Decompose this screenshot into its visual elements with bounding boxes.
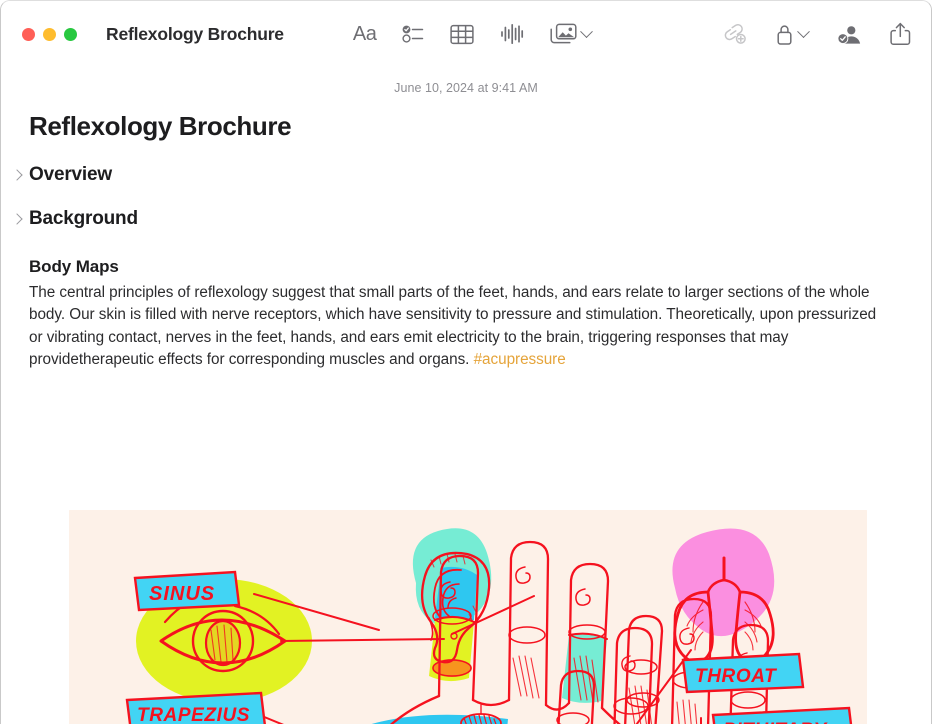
format-text-button[interactable]: Aa (351, 22, 378, 46)
share-button[interactable] (888, 20, 913, 48)
table-icon (450, 24, 474, 45)
body-map-illustration[interactable]: SINUS TRAPEZIUS THROAT (69, 510, 867, 724)
note-title: Reflexology Brochure (29, 111, 292, 141)
zoom-button[interactable] (64, 27, 77, 41)
label-chip-sinus: SINUS (133, 570, 241, 612)
section-heading-body-maps: Body Maps (29, 257, 119, 276)
lock-icon (775, 23, 794, 46)
notes-window: Reflexology Brochure Aa June 10, 2024 at… (0, 0, 932, 724)
collapsed-section-background[interactable]: Background (11, 208, 903, 230)
format-text-label: Aa (352, 23, 377, 45)
svg-text:THROAT: THROAT (695, 666, 777, 687)
collaborate-person-icon (836, 23, 862, 46)
right-tool-group (720, 20, 913, 48)
link-add-icon (722, 23, 747, 45)
window-toolbar: Reflexology Brochure Aa (1, 1, 931, 67)
window-title: Reflexology Brochure (106, 23, 284, 44)
collaborate-button[interactable] (834, 21, 864, 48)
media-icon (550, 23, 577, 45)
checklist-icon (402, 24, 424, 44)
media-button[interactable] (548, 21, 594, 47)
close-button[interactable] (22, 27, 35, 41)
svg-text:SINUS: SINUS (149, 583, 215, 605)
hashtag-acupressure[interactable]: #acupressure (474, 351, 566, 368)
section-heading-overview: Overview (29, 164, 112, 185)
chevron-right-icon[interactable] (11, 213, 23, 225)
note-date: June 10, 2024 at 9:41 AM (394, 81, 538, 95)
audio-record-button[interactable] (498, 21, 526, 47)
chevron-right-icon[interactable] (11, 169, 23, 181)
format-tool-group: Aa (351, 21, 594, 47)
svg-text:PITUITARY: PITUITARY (723, 720, 829, 724)
collapsed-section-overview[interactable]: Overview (11, 164, 903, 186)
traffic-lights (22, 27, 77, 41)
checklist-button[interactable] (400, 22, 426, 46)
section-heading-background: Background (29, 208, 138, 229)
add-link-button[interactable] (720, 21, 749, 47)
table-button[interactable] (448, 22, 476, 47)
note-document[interactable]: June 10, 2024 at 9:41 AM Reflexology Bro… (1, 67, 931, 724)
label-chip-throat: THROAT (681, 652, 805, 694)
body-paragraph: The central principles of reflexology su… (29, 282, 885, 371)
lock-note-button[interactable] (773, 21, 810, 48)
minimize-button[interactable] (43, 27, 56, 41)
reflexology-hands-drawing: SINUS TRAPEZIUS THROAT (69, 510, 867, 724)
body-text: The central principles of reflexology su… (29, 284, 877, 368)
svg-text:TRAPEZIUS: TRAPEZIUS (137, 705, 250, 724)
chevron-down-icon (797, 24, 810, 38)
share-export-icon (890, 22, 911, 46)
audio-waveform-icon (500, 23, 524, 45)
chevron-down-icon (580, 24, 594, 38)
